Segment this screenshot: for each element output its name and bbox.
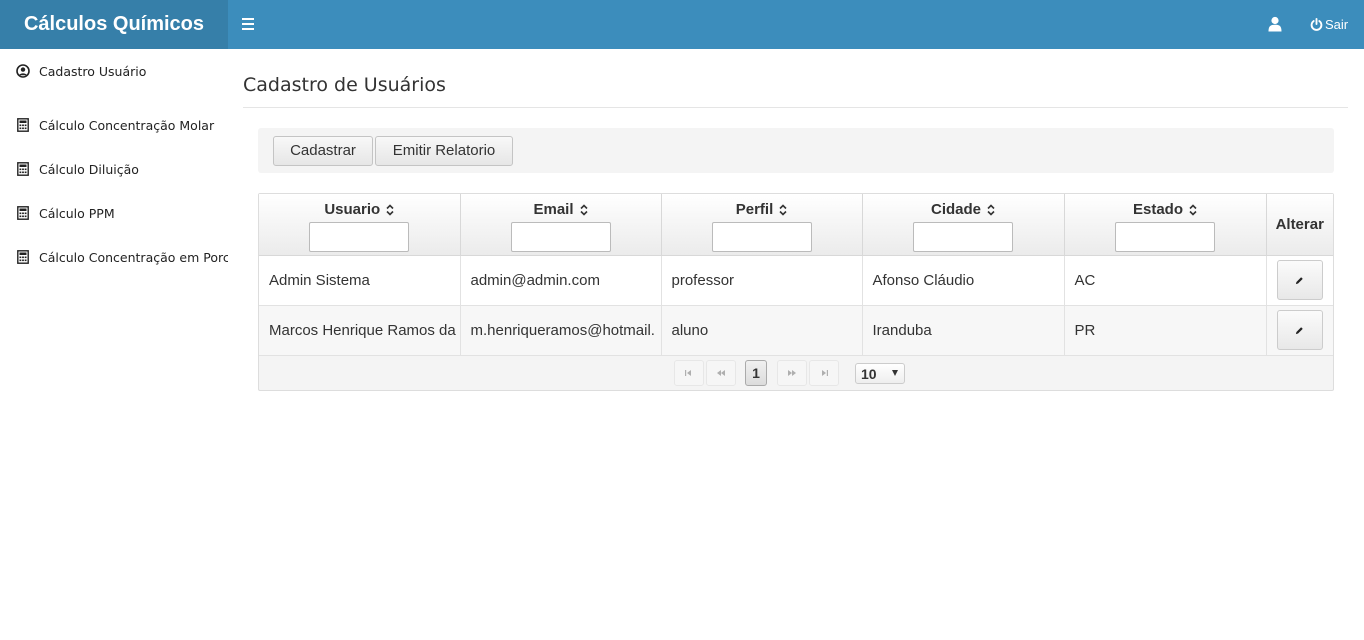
filter-perfil-input[interactable]	[711, 222, 812, 252]
cell-estado: AC	[1063, 254, 1267, 306]
sidebar-item-label: Cálculo PPM	[39, 205, 115, 221]
logout-button[interactable]: Sair	[1310, 16, 1348, 32]
logout-label: Sair	[1325, 16, 1349, 32]
hamburger-icon[interactable]	[242, 15, 256, 33]
sort-icon	[386, 203, 394, 216]
sort-perfil[interactable]: Perfil	[736, 201, 788, 218]
cell-email: admin@admin.com	[459, 254, 662, 306]
column-header-perfil: Perfil	[660, 194, 863, 256]
power-icon	[1310, 17, 1323, 31]
user-icon[interactable]	[1268, 16, 1282, 32]
sidebar-item-label: Cadastro Usuário	[39, 63, 147, 79]
cell-alterar	[1265, 254, 1333, 306]
rows-per-page-select[interactable]: 10	[855, 363, 905, 384]
sort-cidade[interactable]: Cidade	[931, 201, 995, 218]
column-header-usuario: Usuario	[259, 194, 461, 256]
top-navbar: Cálculos Químicos Sair	[0, 0, 1364, 49]
calculator-icon	[16, 118, 30, 132]
table-row[interactable]: Marcos Henrique Ramos da m.henriqueramos…	[259, 304, 1333, 356]
next-page-button[interactable]	[777, 360, 807, 386]
column-label: Alterar	[1275, 215, 1324, 233]
cell-usuario: Marcos Henrique Ramos da	[259, 304, 461, 356]
app-logo[interactable]: Cálculos Químicos	[0, 0, 228, 49]
pencil-icon	[1296, 276, 1303, 284]
sort-icon	[779, 203, 787, 216]
calculator-icon	[16, 162, 30, 176]
cell-usuario: Admin Sistema	[259, 254, 461, 306]
sidebar-item-cadastro-usuario[interactable]: Cadastro Usuário	[0, 59, 228, 83]
cell-perfil: aluno	[660, 304, 863, 356]
edit-button[interactable]	[1276, 310, 1323, 350]
cell-email: m.henriqueramos@hotmail.	[459, 304, 662, 356]
column-header-cidade: Cidade	[861, 194, 1065, 256]
sidebar-item-ppm[interactable]: Cálculo PPM	[0, 201, 228, 225]
cell-perfil: professor	[660, 254, 863, 306]
sort-icon	[1189, 203, 1197, 216]
calculator-icon	[16, 250, 30, 264]
filter-usuario-input[interactable]	[309, 222, 410, 252]
users-table: Usuario Email Perfil Cidade Estado Alter…	[258, 193, 1334, 391]
column-header-estado: Estado	[1063, 194, 1267, 256]
sidebar-item-label: Cálculo Concentração em Porcentagem	[39, 249, 228, 265]
page-number-button[interactable]: 1	[745, 360, 767, 386]
sidebar-item-concentracao-porcentagem[interactable]: Cálculo Concentração em Porcentagem	[0, 245, 228, 269]
sidebar-item-concentracao-molar[interactable]: Cálculo Concentração Molar	[0, 113, 228, 137]
edit-button[interactable]	[1276, 260, 1323, 300]
table-row[interactable]: Admin Sistema admin@admin.com professor …	[259, 254, 1333, 306]
column-header-email: Email	[459, 194, 662, 256]
column-label: Perfil	[735, 201, 774, 218]
filter-cidade-input[interactable]	[913, 222, 1013, 252]
sidebar-item-diluicao[interactable]: Cálculo Diluição	[0, 157, 228, 181]
sort-icon	[579, 203, 588, 216]
filter-estado-input[interactable]	[1115, 222, 1215, 252]
previous-page-button[interactable]	[706, 360, 736, 386]
sort-usuario[interactable]: Usuario	[324, 201, 394, 218]
cell-cidade: Afonso Cláudio	[861, 254, 1065, 306]
sort-icon	[987, 203, 995, 216]
column-header-alterar: Alterar	[1265, 194, 1333, 256]
last-page-button[interactable]	[809, 360, 839, 386]
next-page-icon	[788, 370, 796, 376]
column-label: Estado	[1132, 201, 1183, 218]
cell-cidade: Iranduba	[861, 304, 1065, 356]
sidebar-item-label: Cálculo Diluição	[39, 161, 139, 177]
report-button[interactable]: Emitir Relatorio	[375, 136, 513, 166]
sort-email[interactable]: Email	[533, 201, 588, 218]
rows-per-page-value: 10	[861, 365, 877, 382]
dropdown-caret-icon	[892, 370, 898, 376]
page-title: Cadastro de Usuários	[243, 74, 446, 96]
column-label: Email	[533, 201, 574, 218]
first-page-button[interactable]	[674, 360, 704, 386]
sort-estado[interactable]: Estado	[1133, 201, 1197, 218]
register-button[interactable]: Cadastrar	[273, 136, 373, 166]
last-page-icon	[822, 370, 828, 376]
filter-email-input[interactable]	[510, 222, 611, 252]
cell-estado: PR	[1063, 304, 1267, 356]
user-circle-icon	[16, 64, 30, 78]
title-divider	[243, 107, 1348, 108]
pencil-icon	[1296, 326, 1303, 334]
cell-alterar	[1265, 304, 1333, 356]
previous-page-icon	[717, 370, 725, 376]
column-label: Usuario	[324, 201, 381, 218]
paginator: 1 10	[259, 356, 1333, 390]
calculator-icon	[16, 206, 30, 220]
column-label: Cidade	[930, 201, 981, 218]
sidebar: Cadastro Usuário Cálculo Concentração Mo…	[0, 49, 228, 640]
first-page-icon	[685, 370, 691, 376]
toolbar: Cadastrar Emitir Relatorio	[258, 128, 1334, 173]
sidebar-item-label: Cálculo Concentração Molar	[39, 117, 215, 133]
